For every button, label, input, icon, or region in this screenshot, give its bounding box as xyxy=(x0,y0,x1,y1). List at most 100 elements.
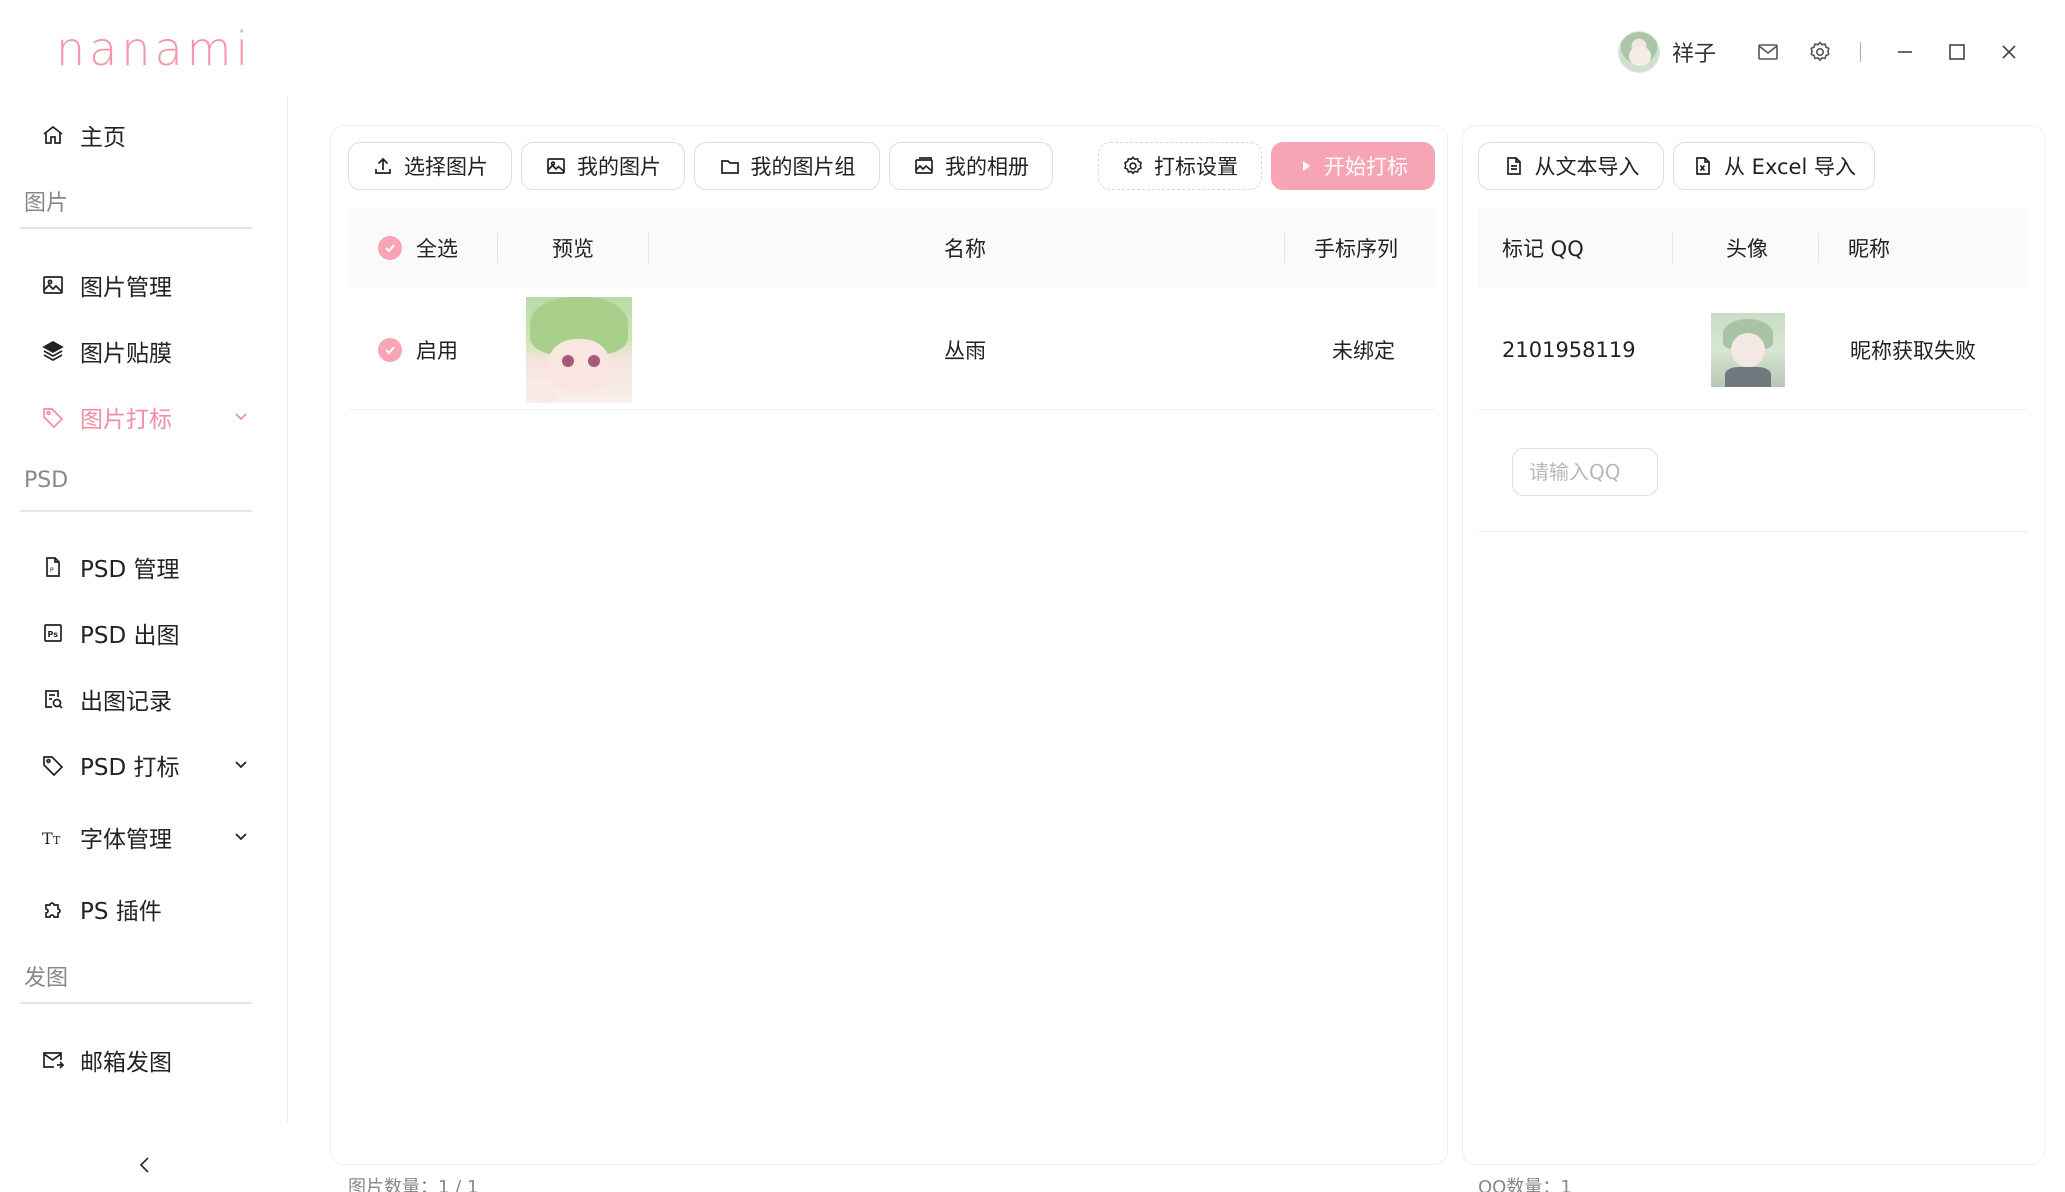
import-from-excel-button[interactable]: 从 Excel 导入 xyxy=(1673,142,1875,190)
font-icon: TT xyxy=(40,824,66,850)
sidebar-item-image-film[interactable]: 图片贴膜 xyxy=(40,331,250,371)
column-divider xyxy=(497,233,498,263)
check-icon xyxy=(378,337,402,362)
sidebar-item-label: 主页 xyxy=(80,125,126,151)
sidebar-item-mail-send[interactable]: 邮箱发图 xyxy=(40,1040,250,1080)
column-divider xyxy=(1672,233,1673,263)
section-divider xyxy=(20,227,252,229)
qq-input[interactable] xyxy=(1512,448,1658,496)
layers-icon xyxy=(40,338,66,364)
sidebar-item-label: PSD 打标 xyxy=(80,755,180,781)
titlebar-divider xyxy=(1860,42,1861,62)
sidebar-item-font-manage[interactable]: TT 字体管理 xyxy=(40,817,250,857)
sidebar-item-label: PS 插件 xyxy=(80,899,162,925)
image-icon xyxy=(547,158,565,174)
column-header-preview: 预览 xyxy=(552,237,594,261)
settings-icon xyxy=(1124,156,1142,175)
puzzle-icon xyxy=(40,896,66,922)
qq-avatar xyxy=(1711,290,1785,409)
photoshop-icon: Ps xyxy=(40,620,66,646)
record-search-icon xyxy=(40,686,66,712)
hand-sequence-value: 未绑定 xyxy=(1332,338,1395,363)
my-image-groups-button[interactable]: 我的图片组 xyxy=(694,142,880,190)
column-divider xyxy=(1818,233,1819,263)
image-table-header: 全选 预览 名称 手标序列 xyxy=(348,207,1436,289)
column-header-avatar: 头像 xyxy=(1726,237,1768,261)
section-divider xyxy=(20,510,252,512)
chevron-down-icon xyxy=(232,753,250,779)
sidebar-item-psd-mark[interactable]: PSD 打标 xyxy=(40,745,250,785)
select-all-checkbox[interactable]: 全选 xyxy=(378,207,458,289)
close-icon[interactable] xyxy=(1983,28,2035,76)
sidebar-item-label: 字体管理 xyxy=(80,827,172,853)
album-icon xyxy=(915,157,933,174)
column-divider xyxy=(1284,233,1285,263)
maximize-icon[interactable] xyxy=(1931,28,1983,76)
excel-file-icon xyxy=(1696,157,1710,175)
check-icon xyxy=(378,236,402,260)
select-images-button[interactable]: 选择图片 xyxy=(348,142,512,190)
file-icon: P xyxy=(40,554,66,580)
table-row[interactable]: 启用 丛雨 未绑定 xyxy=(348,290,1436,410)
my-albums-button[interactable]: 我的相册 xyxy=(889,142,1053,190)
mark-settings-button[interactable]: 打标设置 xyxy=(1098,142,1262,190)
mail-send-icon xyxy=(40,1047,66,1073)
home-icon xyxy=(40,122,66,148)
start-marking-button[interactable]: 开始打标 xyxy=(1271,142,1435,190)
image-name: 丛雨 xyxy=(944,338,986,363)
section-label-psd: PSD xyxy=(24,468,69,493)
collapse-sidebar-button[interactable] xyxy=(130,1150,160,1180)
sidebar-item-ps-plugin[interactable]: PS 插件 xyxy=(40,889,250,929)
svg-text:P: P xyxy=(50,567,54,574)
sidebar-item-label: 出图记录 xyxy=(80,689,172,715)
sidebar-item-label: PSD 管理 xyxy=(80,557,180,583)
qq-number: 2101958119 xyxy=(1502,337,1636,362)
sidebar-item-output-record[interactable]: 出图记录 xyxy=(40,679,250,719)
sidebar-item-label: 图片贴膜 xyxy=(80,341,172,367)
tag-icon xyxy=(40,752,66,778)
chevron-down-icon xyxy=(232,825,250,851)
qq-nickname: 昵称获取失败 xyxy=(1850,338,1976,363)
preview-thumbnail[interactable] xyxy=(526,290,632,409)
input-divider xyxy=(1478,531,2028,532)
my-images-button[interactable]: 我的图片 xyxy=(521,142,685,190)
image-icon xyxy=(40,272,66,298)
sidebar-item-label: 邮箱发图 xyxy=(80,1050,172,1076)
chevron-down-icon xyxy=(232,405,250,431)
row-enable-checkbox[interactable]: 启用 xyxy=(378,290,458,409)
section-label-send: 发图 xyxy=(24,966,69,991)
qq-count: QQ数量：1 xyxy=(1478,1177,1572,1192)
settings-icon[interactable] xyxy=(1794,28,1846,76)
image-count: 图片数量：1 / 1 xyxy=(348,1177,479,1192)
sidebar-item-image-mark[interactable]: 图片打标 xyxy=(40,397,250,437)
section-label-image: 图片 xyxy=(24,191,69,216)
svg-text:T: T xyxy=(42,829,53,848)
svg-text:Ps: Ps xyxy=(48,630,59,639)
sidebar-item-label: 图片管理 xyxy=(80,275,172,301)
minimize-icon[interactable] xyxy=(1879,28,1931,76)
mail-icon[interactable] xyxy=(1742,28,1794,76)
column-divider xyxy=(648,233,649,263)
upload-icon xyxy=(375,157,391,174)
sidebar-item-psd-manage[interactable]: P PSD 管理 xyxy=(40,547,250,587)
column-header-name: 名称 xyxy=(944,237,986,261)
tag-icon xyxy=(40,404,66,430)
sidebar-item-psd-output[interactable]: Ps PSD 出图 xyxy=(40,613,250,653)
app-logo: nanami xyxy=(56,22,253,76)
sidebar: 主页 图片 图片管理 图片贴膜 图片打标 PSD P PSD 管理 Ps PSD… xyxy=(0,95,288,1122)
column-header-mark-qq: 标记 QQ xyxy=(1502,237,1584,261)
play-icon xyxy=(1303,161,1310,171)
user-avatar[interactable] xyxy=(1617,31,1660,73)
column-header-hand-sequence: 手标序列 xyxy=(1314,237,1398,261)
sidebar-item-label: 图片打标 xyxy=(80,407,172,433)
sidebar-item-home[interactable]: 主页 xyxy=(40,115,250,155)
sidebar-item-label: PSD 出图 xyxy=(80,623,180,649)
table-row[interactable]: 2101958119 昵称获取失败 xyxy=(1478,290,2028,410)
text-file-icon xyxy=(1506,157,1521,175)
column-header-nickname: 昵称 xyxy=(1848,237,1890,261)
folder-icon xyxy=(720,160,739,174)
import-from-text-button[interactable]: 从文本导入 xyxy=(1478,142,1664,190)
titlebar-actions: 祥子 xyxy=(1617,28,2035,76)
username[interactable]: 祥子 xyxy=(1672,36,1716,68)
sidebar-item-image-manage[interactable]: 图片管理 xyxy=(40,265,250,305)
